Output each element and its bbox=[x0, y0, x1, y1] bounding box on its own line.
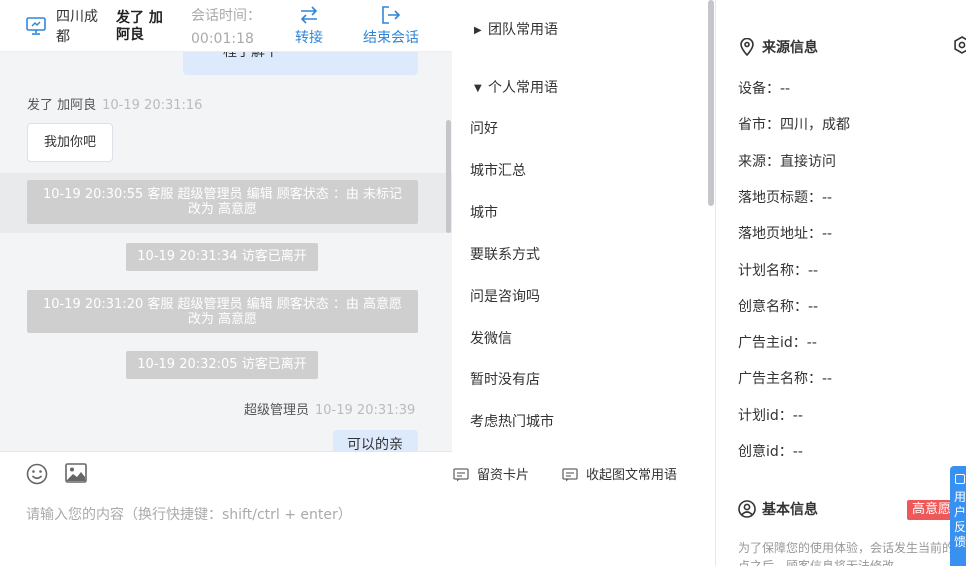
transfer-arrows-icon bbox=[300, 6, 318, 24]
info-plan-name: 计划名称：-- bbox=[738, 263, 819, 279]
phrase-item[interactable]: 暂时没有店 bbox=[470, 370, 540, 390]
caret-down-icon: ▼ bbox=[474, 83, 482, 94]
message-time: 10-19 20:31:16 bbox=[102, 98, 203, 113]
visitor-name: 发了 加阿良 bbox=[116, 10, 163, 43]
emoji-icon[interactable] bbox=[26, 463, 48, 485]
info-plan-id: 计划id：-- bbox=[738, 408, 803, 424]
info-province-city: 省市：四川，成都 bbox=[738, 117, 850, 133]
session-time-value: 00:01:18 bbox=[191, 31, 254, 47]
transfer-label: 转接 bbox=[295, 30, 323, 46]
message-card-icon bbox=[562, 468, 578, 482]
phrase-item[interactable]: 考虑热门城市 bbox=[470, 412, 554, 432]
visitor-message-meta: 发了 加阿良 10-19 20:31:16 bbox=[27, 97, 202, 115]
group-label: 个人常用语 bbox=[488, 80, 558, 96]
phrase-item[interactable]: 要联系方式 bbox=[470, 245, 540, 265]
collapse-phrases-button[interactable]: 收起图文常用语 bbox=[562, 466, 677, 486]
lead-card-label: 留资卡片 bbox=[477, 468, 530, 483]
session-time-label: 会话时间： bbox=[191, 8, 261, 24]
end-session-label: 结束会话 bbox=[363, 30, 419, 46]
agent-message-meta: 超级管理员 10-19 20:31:39 bbox=[244, 402, 415, 420]
info-source: 来源：直接访问 bbox=[738, 154, 836, 170]
system-message: 10-19 20:31:20 客服 超级管理员 编辑 顾客状态 ：由 高意愿 改… bbox=[27, 290, 418, 333]
basic-info-title: 基本信息 bbox=[738, 500, 818, 520]
lead-card-button[interactable]: 留资卡片 bbox=[453, 466, 529, 486]
info-advertiser-id: 广告主id：-- bbox=[738, 335, 817, 351]
end-session-button[interactable]: 结束会话 bbox=[356, 4, 426, 50]
phrase-item[interactable]: 城市 bbox=[470, 203, 498, 223]
visitor-message-bubble: 我加你吧 bbox=[27, 123, 113, 162]
caret-right-icon: ▶ bbox=[474, 25, 482, 36]
sender-name: 发了 加阿良 bbox=[27, 98, 97, 113]
source-info-title: 来源信息 bbox=[738, 37, 818, 58]
phrase-item[interactable]: 发微信 bbox=[470, 329, 512, 349]
user-circle-icon bbox=[738, 500, 756, 518]
quick-phrases-panel: ▶ 团队常用语 ▼ 个人常用语 问好 城市汇总 城市 要联系方式 问是咨询吗 发微信… bbox=[452, 0, 716, 566]
group-personal-phrases[interactable]: ▼ 个人常用语 bbox=[474, 78, 558, 99]
privacy-note: 为了保障您的使用体验，会话发生当前的24点之后，顾客信息将无法修改 bbox=[738, 541, 966, 566]
message-time: 10-19 20:31:39 bbox=[315, 403, 416, 418]
message-text: 程了解下 bbox=[223, 52, 279, 60]
info-device: 设备：-- bbox=[738, 81, 791, 97]
phrase-item[interactable]: 问是咨询吗 bbox=[470, 287, 540, 307]
composer bbox=[0, 451, 452, 566]
source-info-label: 来源信息 bbox=[762, 40, 818, 56]
info-advertiser-name: 广告主名称：-- bbox=[738, 371, 833, 387]
info-creative-id: 创意id：-- bbox=[738, 444, 803, 460]
system-message: 10-19 20:30:55 客服 超级管理员 编辑 顾客状态 ：由 未标记 改… bbox=[27, 180, 418, 224]
sender-name: 超级管理员 bbox=[244, 403, 310, 418]
basic-info-label: 基本信息 bbox=[762, 502, 818, 518]
exit-icon bbox=[382, 6, 401, 24]
info-creative-name: 创意名称：-- bbox=[738, 299, 819, 315]
phrases-scrollbar[interactable] bbox=[708, 0, 714, 206]
feedback-tab[interactable]: 用户反馈 bbox=[950, 466, 966, 566]
message-card-icon bbox=[453, 468, 469, 482]
system-message: 10-19 20:31:34 访客已离开 bbox=[126, 243, 318, 271]
chat-header: 四川成都 发了 加阿良 会话时间： 00:01:18 转接 结束会话 bbox=[0, 0, 452, 52]
visitor-info-panel: 来源信息 设备：-- 省市：四川，成都 来源：直接访问 落地页标题：-- 落地页… bbox=[716, 0, 966, 566]
chat-panel: 四川成都 发了 加阿良 会话时间： 00:01:18 转接 结束会话 程了解下 … bbox=[0, 0, 452, 566]
phrase-item[interactable]: 问好 bbox=[470, 119, 498, 139]
group-team-phrases[interactable]: ▶ 团队常用语 bbox=[474, 20, 558, 41]
system-message: 10-19 20:32:05 访客已离开 bbox=[126, 351, 318, 379]
info-landing-url: 落地页地址：-- bbox=[738, 226, 833, 242]
group-label: 团队常用语 bbox=[488, 22, 558, 38]
agent-message-bubble: 可以的亲 bbox=[333, 430, 418, 451]
agent-message-bubble: 程了解下 bbox=[183, 52, 418, 75]
message-list[interactable]: 程了解下 发了 加阿良 10-19 20:31:16 我加你吧 10-19 20:… bbox=[0, 52, 452, 451]
monitor-icon bbox=[26, 17, 46, 35]
transfer-button[interactable]: 转接 bbox=[274, 4, 344, 50]
feedback-icon bbox=[955, 474, 965, 484]
settings-icon[interactable] bbox=[953, 36, 966, 54]
message-text: 可以的亲 bbox=[347, 437, 403, 451]
phrase-item[interactable]: 城市汇总 bbox=[470, 161, 526, 181]
image-icon[interactable] bbox=[65, 463, 87, 483]
feedback-label: 用户反馈 bbox=[953, 490, 966, 549]
location-pin-icon bbox=[740, 37, 754, 57]
chat-input[interactable] bbox=[26, 502, 426, 528]
chat-scrollbar[interactable] bbox=[446, 120, 451, 233]
collapse-phrases-label: 收起图文常用语 bbox=[586, 468, 678, 483]
visitor-location: 四川成都 bbox=[56, 9, 98, 45]
info-landing-title: 落地页标题：-- bbox=[738, 190, 833, 206]
